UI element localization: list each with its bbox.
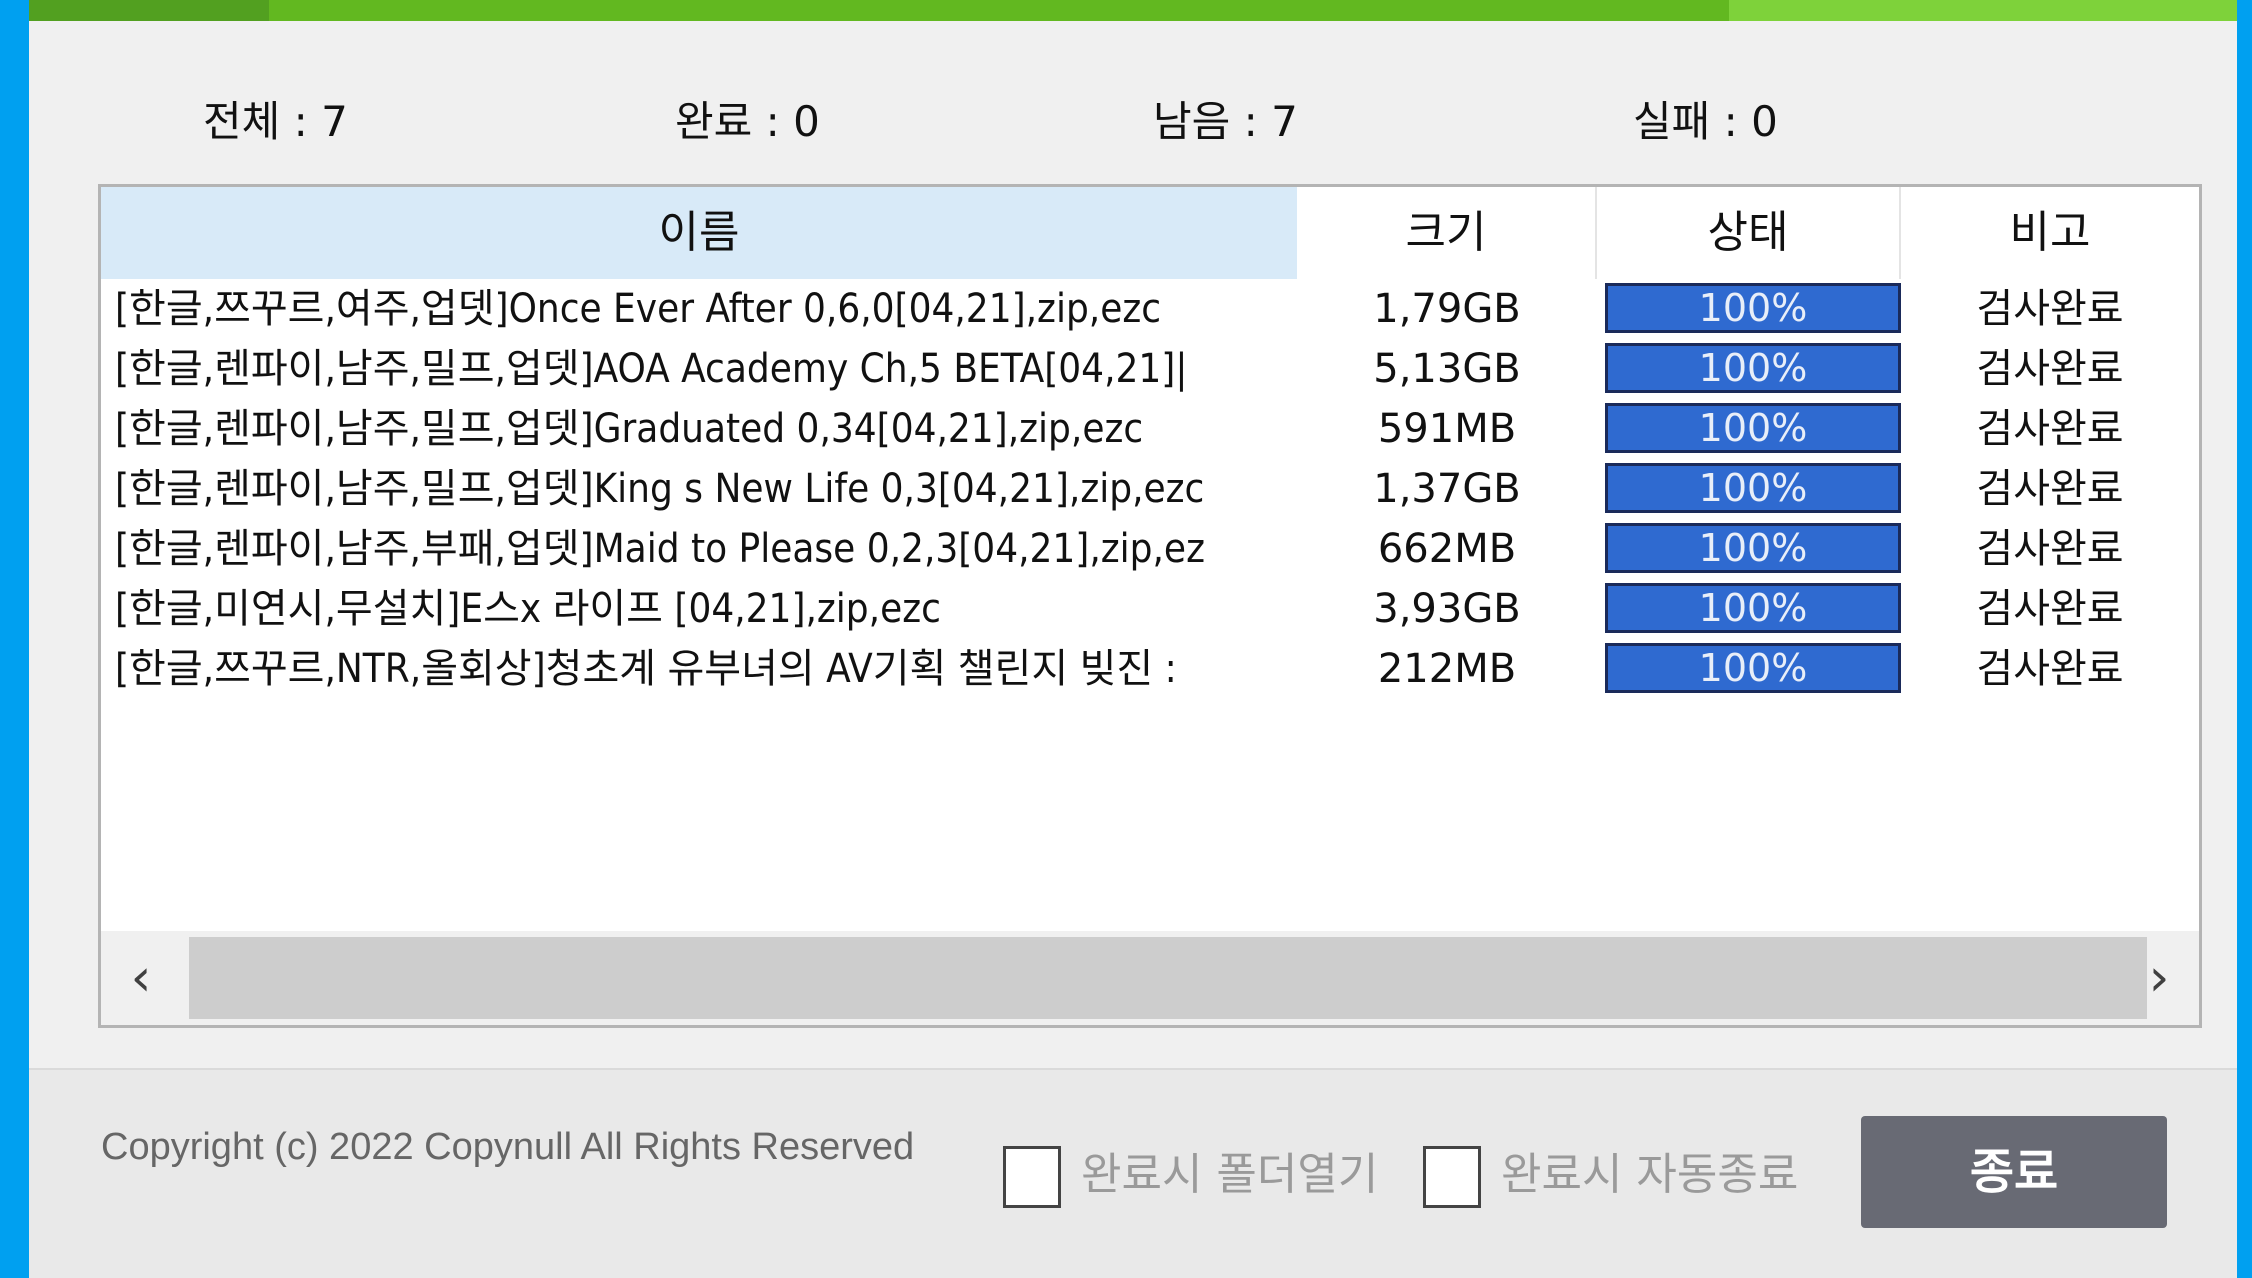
file-name: [한글,렌파이,남주,부패,업뎃]Maid to Please 0,2,3[04…: [115, 526, 1205, 572]
overall-progress-segment: [29, 0, 269, 21]
overall-progress-bar: [29, 0, 2237, 21]
checkbox-box[interactable]: [1423, 1146, 1481, 1208]
list-row[interactable]: [한글,렌파이,남주,밀프,업뎃]Graduated 0,34[04,21],z…: [101, 399, 2199, 459]
status-percent: 100%: [1698, 466, 1808, 510]
file-name: [한글,쯔꾸르,여주,업뎃]Once Ever After 0,6,0[04,2…: [115, 286, 1162, 332]
checkbox-label[interactable]: 완료시 폴더열기: [1081, 1140, 1378, 1210]
file-size: 591MB: [1377, 406, 1517, 452]
file-name: [한글,쯔꾸르,NTR,올회상]청초계 유부녀의 AV기획 챌린지 빚진 :: [115, 646, 1177, 692]
footer: Copyright (c) 2022 Copynull All Rights R…: [29, 1068, 2237, 1278]
file-name: [한글,미연시,무설치]E스x 라이프 [04,21],zip,ezc: [115, 586, 941, 632]
status-percent: 100%: [1698, 526, 1808, 570]
file-size: 5,13GB: [1373, 346, 1521, 392]
column-header-note[interactable]: 비고: [1901, 187, 2199, 279]
column-header-status[interactable]: 상태: [1597, 187, 1901, 279]
status-progress-bar: 100%: [1605, 643, 1901, 693]
column-header-name[interactable]: 이름: [101, 187, 1297, 279]
file-size: 1,37GB: [1373, 466, 1521, 512]
file-note: 검사완료: [1976, 346, 2124, 392]
file-note: 검사완료: [1976, 466, 2124, 512]
status-progress-bar: 100%: [1605, 463, 1901, 513]
app-window: 전체 : 7 완료 : 0 남음 : 7 실패 : 0 이름 크기 상태 비고 …: [29, 0, 2237, 1278]
checkbox-box[interactable]: [1003, 1146, 1061, 1208]
file-size: 3,93GB: [1373, 586, 1521, 632]
status-progress-bar: 100%: [1605, 583, 1901, 633]
overall-progress-fill: [29, 0, 1730, 21]
column-header-size[interactable]: 크기: [1297, 187, 1597, 279]
status-progress-bar: 100%: [1605, 343, 1901, 393]
file-note: 검사완료: [1976, 286, 2124, 332]
list-row[interactable]: [한글,렌파이,남주,부패,업뎃]Maid to Please 0,2,3[04…: [101, 519, 2199, 579]
checkbox-label[interactable]: 완료시 자동종료: [1501, 1140, 1798, 1210]
status-progress-bar: 100%: [1605, 283, 1901, 333]
file-note: 검사완료: [1976, 406, 2124, 452]
status-percent: 100%: [1698, 586, 1808, 630]
file-name: [한글,렌파이,남주,밀프,업뎃]King s New Life 0,3[04,…: [115, 466, 1205, 512]
copyright-text: Copyright (c) 2022 Copynull All Rights R…: [101, 1126, 915, 1168]
file-note: 검사완료: [1976, 646, 2124, 692]
file-note: 검사완료: [1976, 586, 2124, 632]
total-count: 전체 : 7: [203, 97, 348, 146]
file-name: [한글,렌파이,남주,밀프,업뎃]AOA Academy Ch,5 BETA[0…: [115, 346, 1188, 392]
list-row[interactable]: [한글,렌파이,남주,밀프,업뎃]AOA Academy Ch,5 BETA[0…: [101, 339, 2199, 399]
chevron-left-icon[interactable]: ‹: [101, 931, 181, 1025]
exit-button[interactable]: 종료: [1861, 1116, 2167, 1228]
chevron-right-icon[interactable]: ›: [2119, 931, 2199, 1025]
done-count: 완료 : 0: [675, 97, 820, 146]
file-size: 662MB: [1377, 526, 1517, 572]
file-size: 1,79GB: [1373, 286, 1521, 332]
status-progress-bar: 100%: [1605, 523, 1901, 573]
status-percent: 100%: [1698, 646, 1808, 690]
failed-count: 실패 : 0: [1633, 97, 1778, 146]
list-row[interactable]: [한글,렌파이,남주,밀프,업뎃]King s New Life 0,3[04,…: [101, 459, 2199, 519]
remaining-count: 남음 : 7: [1153, 97, 1298, 146]
status-percent: 100%: [1698, 406, 1808, 450]
status-percent: 100%: [1698, 346, 1808, 390]
list-header: 이름 크기 상태 비고: [101, 187, 2199, 279]
horizontal-scrollbar[interactable]: ‹ ›: [101, 931, 2199, 1025]
list-row[interactable]: [한글,쯔꾸르,NTR,올회상]청초계 유부녀의 AV기획 챌린지 빚진 : 2…: [101, 639, 2199, 699]
status-progress-bar: 100%: [1605, 403, 1901, 453]
list-row[interactable]: [한글,미연시,무설치]E스x 라이프 [04,21],zip,ezc 3,93…: [101, 579, 2199, 639]
list-row[interactable]: [한글,쯔꾸르,여주,업뎃]Once Ever After 0,6,0[04,2…: [101, 279, 2199, 339]
file-size: 212MB: [1377, 646, 1517, 692]
file-note: 검사완료: [1976, 526, 2124, 572]
status-percent: 100%: [1698, 286, 1808, 330]
file-list[interactable]: 이름 크기 상태 비고 [한글,쯔꾸르,여주,업뎃]Once Ever Afte…: [98, 184, 2202, 1028]
scrollbar-thumb[interactable]: [189, 937, 2147, 1019]
file-name: [한글,렌파이,남주,밀프,업뎃]Graduated 0,34[04,21],z…: [115, 406, 1144, 452]
